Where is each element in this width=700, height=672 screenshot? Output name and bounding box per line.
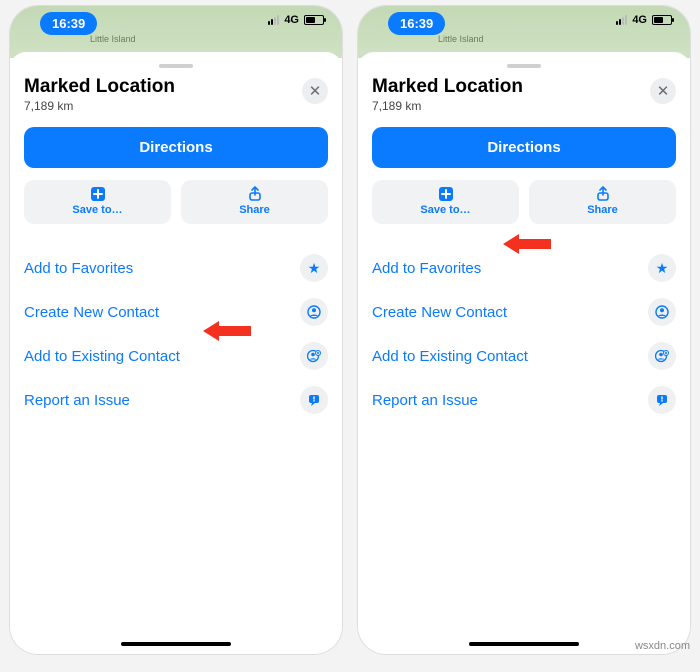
- close-button[interactable]: ✕: [650, 78, 676, 104]
- map-poi-label: Little Island: [438, 34, 484, 44]
- watermark: wsxdn.com: [635, 640, 690, 652]
- plus-square-icon: [24, 186, 171, 204]
- share-icon: [529, 186, 676, 204]
- grabber[interactable]: [159, 64, 193, 68]
- save-to-button[interactable]: Save to…: [24, 180, 171, 224]
- contact-icon: [648, 298, 676, 326]
- star-icon: ★: [300, 254, 328, 282]
- place-distance: 7,189 km: [24, 99, 175, 113]
- add-to-favorites-row[interactable]: Add to Favorites ★: [24, 246, 328, 290]
- annotation-arrow: [203, 321, 251, 341]
- battery-icon: [304, 15, 324, 25]
- share-icon: [181, 186, 328, 204]
- share-label: Share: [181, 204, 328, 216]
- close-icon: ✕: [309, 82, 322, 100]
- place-sheet: Marked Location 7,189 km ✕ Directions Sa…: [10, 52, 342, 654]
- status-right: 4G: [616, 14, 672, 26]
- place-distance: 7,189 km: [372, 99, 523, 113]
- home-indicator[interactable]: [121, 642, 231, 646]
- map-poi-label: Little Island: [90, 34, 136, 44]
- share-button[interactable]: Share: [181, 180, 328, 224]
- save-to-label: Save to…: [372, 204, 519, 216]
- signal-icon: [616, 15, 627, 25]
- annotation-arrow: [503, 234, 551, 254]
- report-an-issue-label: Report an Issue: [24, 392, 130, 409]
- share-button[interactable]: Share: [529, 180, 676, 224]
- battery-icon: [652, 15, 672, 25]
- report-an-issue-row[interactable]: Report an Issue: [24, 378, 328, 422]
- report-icon: [648, 386, 676, 414]
- contact-add-icon: [648, 342, 676, 370]
- network-label: 4G: [284, 14, 299, 26]
- screenshot-right: 16:39 4G Little Island Marked Location 7…: [358, 6, 690, 654]
- add-to-favorites-label: Add to Favorites: [372, 260, 481, 277]
- screenshot-left: 16:39 4G Little Island Marked Location 7…: [10, 6, 342, 654]
- report-an-issue-row[interactable]: Report an Issue: [372, 378, 676, 422]
- add-to-existing-contact-row[interactable]: Add to Existing Contact: [372, 334, 676, 378]
- close-button[interactable]: ✕: [302, 78, 328, 104]
- place-title: Marked Location: [24, 76, 175, 98]
- status-right: 4G: [268, 14, 324, 26]
- add-to-existing-contact-row[interactable]: Add to Existing Contact: [24, 334, 328, 378]
- status-time-pill: 16:39: [388, 12, 445, 35]
- status-time-pill: 16:39: [40, 12, 97, 35]
- contact-icon: [300, 298, 328, 326]
- add-to-existing-contact-label: Add to Existing Contact: [24, 348, 180, 365]
- contact-add-icon: [300, 342, 328, 370]
- star-icon: ★: [648, 254, 676, 282]
- create-new-contact-row[interactable]: Create New Contact: [372, 290, 676, 334]
- create-new-contact-row[interactable]: Create New Contact: [24, 290, 328, 334]
- directions-button[interactable]: Directions: [24, 127, 328, 168]
- map-background: 16:39 4G Little Island: [358, 6, 690, 58]
- map-background: 16:39 4G Little Island: [10, 6, 342, 58]
- home-indicator[interactable]: [469, 642, 579, 646]
- add-to-existing-contact-label: Add to Existing Contact: [372, 348, 528, 365]
- save-to-label: Save to…: [24, 204, 171, 216]
- report-an-issue-label: Report an Issue: [372, 392, 478, 409]
- share-label: Share: [529, 204, 676, 216]
- directions-button[interactable]: Directions: [372, 127, 676, 168]
- signal-icon: [268, 15, 279, 25]
- place-title: Marked Location: [372, 76, 523, 98]
- network-label: 4G: [632, 14, 647, 26]
- grabber[interactable]: [507, 64, 541, 68]
- save-to-button[interactable]: Save to…: [372, 180, 519, 224]
- close-icon: ✕: [657, 82, 670, 100]
- create-new-contact-label: Create New Contact: [372, 304, 507, 321]
- plus-square-icon: [372, 186, 519, 204]
- create-new-contact-label: Create New Contact: [24, 304, 159, 321]
- report-icon: [300, 386, 328, 414]
- add-to-favorites-label: Add to Favorites: [24, 260, 133, 277]
- place-sheet: Marked Location 7,189 km ✕ Directions Sa…: [358, 52, 690, 654]
